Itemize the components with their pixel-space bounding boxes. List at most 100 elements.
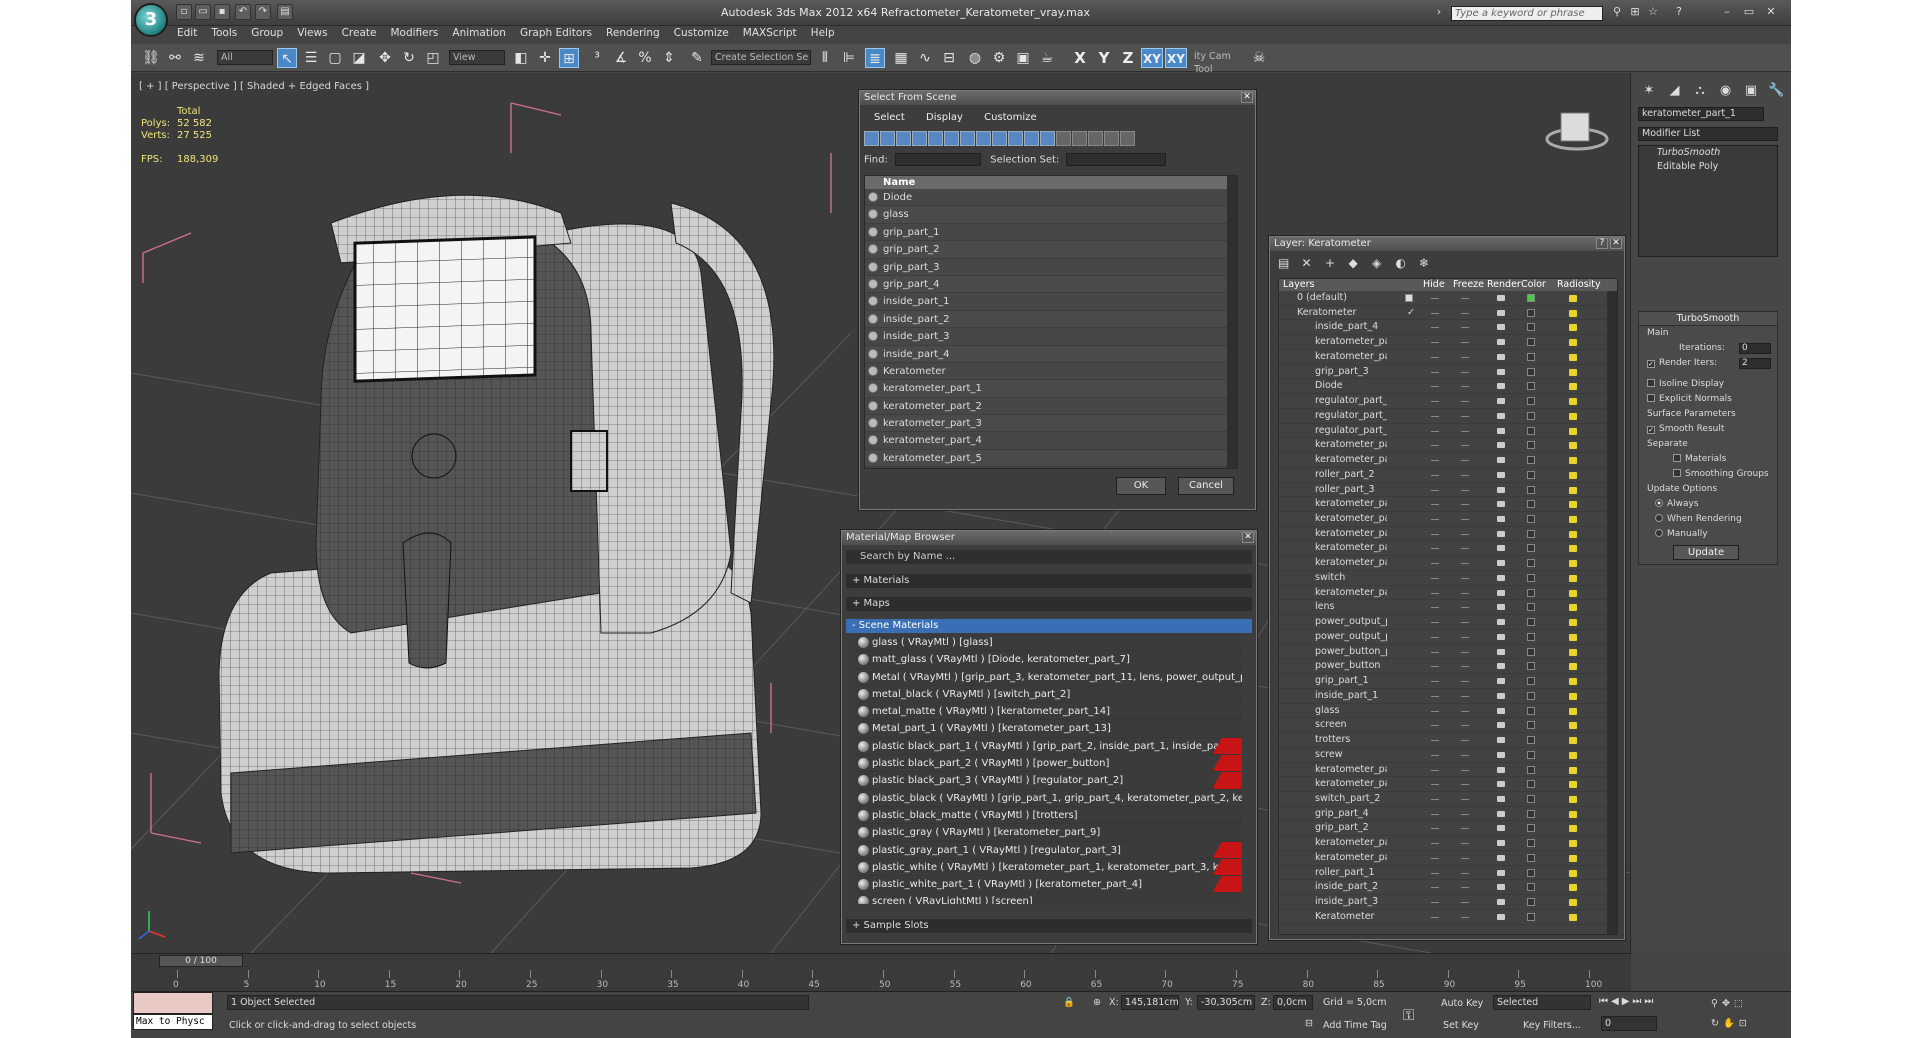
cancel-button[interactable]: Cancel (1178, 477, 1234, 495)
cam-tool-label[interactable]: ity Cam Tool (1191, 50, 1247, 75)
layer-color-swatch[interactable] (1527, 529, 1535, 538)
layer-color-swatch[interactable] (1527, 500, 1535, 509)
move-icon[interactable]: ✥ (375, 48, 395, 68)
layer-row[interactable]: roller_part_3 (1279, 483, 1617, 498)
render-production-icon[interactable]: ☕ (1037, 48, 1057, 68)
project-folder-icon[interactable]: ▤ (277, 4, 293, 20)
group-scene-materials[interactable]: - Scene Materials (846, 619, 1252, 633)
render-teapot-icon[interactable] (1497, 442, 1505, 449)
filter-xrefs-icon[interactable] (976, 131, 991, 146)
current-layer-icon[interactable] (1405, 294, 1413, 302)
when-rendering-radio[interactable] (1655, 514, 1663, 522)
radiosity-icon[interactable] (1569, 722, 1577, 730)
layer-color-swatch[interactable] (1527, 618, 1535, 627)
scene-object-row[interactable]: grip_part_3 (865, 258, 1237, 276)
create-tab-icon[interactable]: ✶ (1638, 83, 1660, 103)
hide-toggle[interactable] (1431, 489, 1439, 491)
radiosity-icon[interactable] (1569, 412, 1577, 420)
hierarchy-tab-icon[interactable]: ⛬ (1689, 83, 1711, 103)
hierarchy-icon[interactable] (1120, 131, 1135, 146)
render-teapot-icon[interactable] (1497, 663, 1505, 670)
hide-toggle[interactable] (1431, 607, 1439, 609)
render-teapot-icon[interactable] (1497, 545, 1505, 552)
axis-y-button[interactable]: Y (1093, 48, 1115, 68)
render-teapot-icon[interactable] (1497, 530, 1505, 537)
material-search-input[interactable]: Search by Name ... (846, 550, 1252, 564)
hide-toggle[interactable] (1431, 430, 1439, 432)
layer-row[interactable]: grip_part_3 (1279, 365, 1617, 380)
radiosity-icon[interactable] (1569, 589, 1577, 597)
curve-editor-icon[interactable]: ∿ (915, 48, 935, 68)
isoline-checkbox[interactable] (1647, 379, 1655, 387)
render-teapot-icon[interactable] (1497, 751, 1505, 758)
freeze-toggle[interactable] (1461, 474, 1469, 476)
group-materials[interactable]: + Materials (846, 574, 1252, 588)
hide-toggle[interactable] (1431, 798, 1439, 800)
freeze-toggle[interactable] (1461, 754, 1469, 756)
layer-row[interactable]: keratometer_par (1279, 851, 1617, 866)
freeze-toggle[interactable] (1461, 828, 1469, 830)
hide-toggle[interactable] (1431, 887, 1439, 889)
render-teapot-icon[interactable] (1497, 339, 1505, 346)
scene-object-row[interactable]: Diode (865, 189, 1237, 207)
viewport-label[interactable]: [ + ] [ Perspective ] [ Shaded + Edged F… (139, 81, 369, 92)
named-selection-dropdown[interactable]: Create Selection Se (711, 50, 811, 65)
pivot-center-icon[interactable]: ◧ (511, 48, 531, 68)
freeze-toggle[interactable] (1461, 445, 1469, 447)
layer-color-swatch[interactable] (1527, 456, 1535, 465)
layer-color-swatch[interactable] (1527, 323, 1535, 332)
selection-filter-dropdown[interactable]: All (217, 50, 273, 65)
maxscript-listener-top[interactable] (133, 992, 213, 1014)
layer-color-swatch[interactable] (1527, 559, 1535, 568)
layer-color-swatch[interactable] (1527, 662, 1535, 671)
hide-toggle[interactable] (1431, 327, 1439, 329)
material-row[interactable]: screen ( VRayLightMtl ) [screen] (856, 893, 1242, 904)
layer-row[interactable]: keratometer_par (1279, 556, 1617, 571)
render-teapot-icon[interactable] (1497, 692, 1505, 699)
scene-object-row[interactable]: keratometer_part_4 (865, 432, 1237, 450)
radiosity-icon[interactable] (1569, 604, 1577, 612)
freeze-toggle[interactable] (1461, 887, 1469, 889)
radiosity-icon[interactable] (1569, 530, 1577, 538)
hide-all-icon[interactable]: ◐ (1396, 256, 1416, 270)
close-icon[interactable]: ✕ (1242, 532, 1254, 543)
render-teapot-icon[interactable] (1497, 795, 1505, 802)
layer-color-swatch[interactable] (1527, 338, 1535, 347)
ref-coord-dropdown[interactable]: View (449, 50, 505, 65)
minimize-icon[interactable]: – (1719, 5, 1735, 19)
app-logo-icon[interactable]: 3 (134, 3, 168, 37)
layer-row[interactable]: keratometer_par (1279, 836, 1617, 851)
modify-tab-icon[interactable]: ◢ (1664, 83, 1686, 103)
radiosity-icon[interactable] (1569, 457, 1577, 465)
layer-row[interactable]: roller_part_2 (1279, 468, 1617, 483)
lock-icon[interactable]: 🔒 (1063, 997, 1075, 1008)
update-button[interactable]: Update (1673, 545, 1739, 560)
menu-group[interactable]: Group (251, 27, 283, 39)
layer-row[interactable]: keratometer_par (1279, 335, 1617, 350)
render-iters-spinner[interactable]: 2 (1739, 358, 1771, 369)
layer-row[interactable]: Keratometer ✓ (1279, 306, 1617, 321)
radiosity-icon[interactable] (1569, 295, 1577, 302)
layer-color-swatch[interactable] (1527, 750, 1535, 759)
render-teapot-icon[interactable] (1497, 648, 1505, 655)
material-row[interactable]: plastic black_part_3 ( VRayMtl ) [regula… (856, 772, 1242, 790)
align-icon[interactable]: ⊫ (839, 48, 859, 68)
layer-color-swatch[interactable] (1527, 515, 1535, 524)
material-editor-icon[interactable]: ◍ (965, 48, 985, 68)
layer-color-swatch[interactable] (1527, 691, 1535, 700)
graphite-icon[interactable]: ▦ (891, 48, 911, 68)
col-color[interactable]: Color (1521, 279, 1546, 291)
iterations-spinner[interactable]: 0 (1739, 343, 1771, 354)
name-column-header[interactable]: Name (865, 176, 1237, 189)
layer-color-swatch[interactable] (1527, 721, 1535, 730)
hide-toggle[interactable] (1431, 401, 1439, 403)
layer-row[interactable]: grip_part_2 (1279, 821, 1617, 837)
material-row[interactable]: glass ( VRayMtl ) [glass] (856, 634, 1242, 652)
menu-help[interactable]: Help (811, 27, 835, 39)
render-teapot-icon[interactable] (1497, 884, 1505, 891)
layer-row[interactable]: screw (1279, 748, 1617, 763)
angle-snap-icon[interactable]: ∡ (611, 48, 631, 68)
freeze-toggle[interactable] (1461, 916, 1469, 918)
hide-toggle[interactable] (1431, 681, 1439, 683)
layer-row[interactable]: inside_part_2 (1279, 880, 1617, 896)
